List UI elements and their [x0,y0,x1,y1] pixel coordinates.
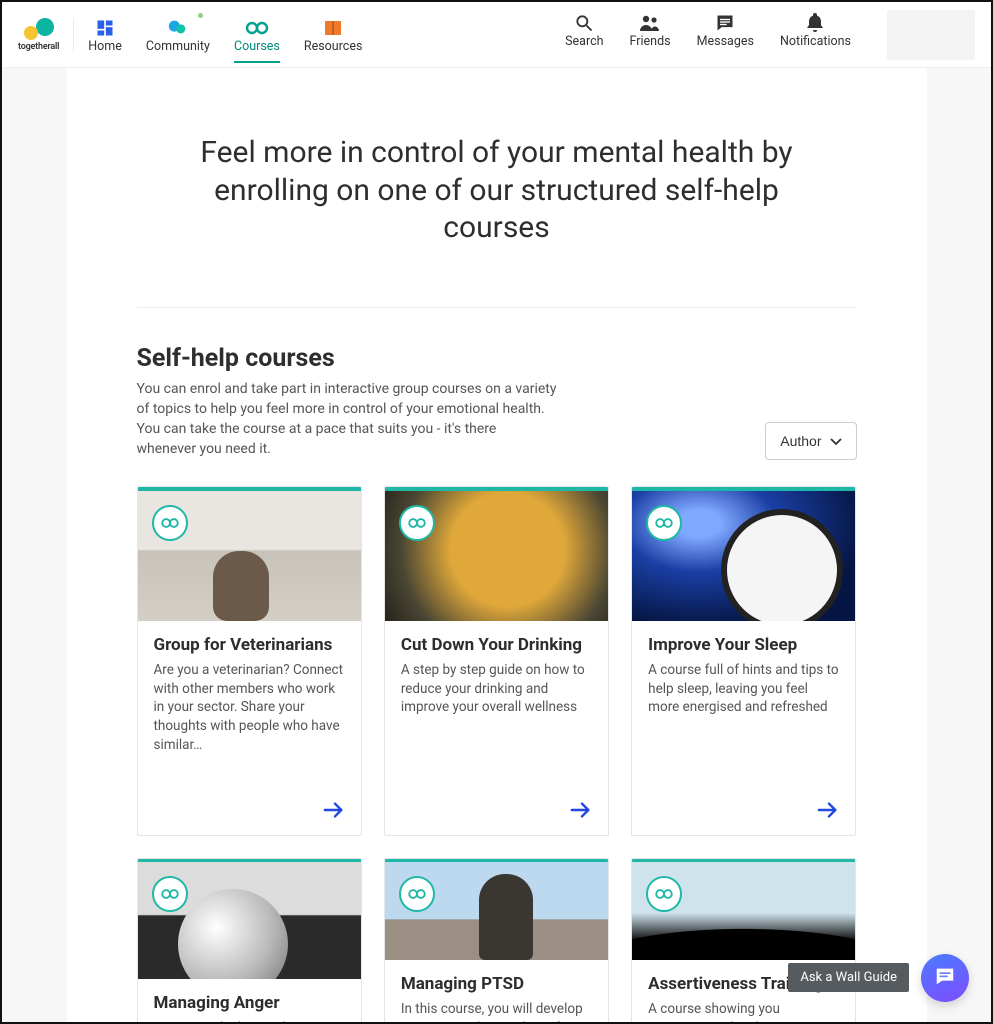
nav-label: Resources [304,39,363,54]
brand-logo[interactable]: togetherall [18,18,74,52]
course-card[interactable]: Managing PTSD In this course, you will d… [384,858,609,1022]
friends-icon [638,12,662,34]
logo-icon [24,18,54,40]
course-card[interactable]: Group for Veterinarians Are you a veteri… [137,486,362,836]
course-description: In this course, you will develop a great… [401,1000,592,1022]
nav-courses[interactable]: Courses [234,15,280,54]
top-nav: togetherall Home Community Courses [2,2,991,68]
section-header-text: Self-help courses You can enrol and take… [137,344,557,460]
primary-nav: Home Community Courses Resources [88,15,362,54]
nav-messages[interactable]: Messages [697,10,754,49]
chat-fab-button[interactable] [921,954,969,1002]
course-title: Managing PTSD [401,974,592,994]
nav-label: Friends [630,34,671,49]
course-card[interactable]: Improve Your Sleep A course full of hint… [631,486,856,836]
hero-heading: Feel more in control of your mental heal… [177,134,817,247]
course-badge-icon [646,505,682,541]
course-thumbnail [138,862,361,979]
course-badge-icon [152,876,188,912]
section-description: You can enrol and take part in interacti… [137,379,557,460]
user-avatar[interactable] [887,10,975,60]
chat-label-pill[interactable]: Ask a Wall Guide [788,963,909,992]
course-description: A course full of hints and tips to help … [648,661,839,718]
divider [137,307,857,308]
course-grid: Group for Veterinarians Are you a veteri… [137,486,857,1022]
course-description: A course showing you strategies and tech… [648,1000,839,1022]
course-card[interactable]: Managing Anger A course which provides y… [137,858,362,1022]
chevron-down-icon [830,433,842,449]
nav-label: Messages [697,34,754,49]
course-badge-icon [646,876,682,912]
messages-icon [715,12,735,34]
content-sheet: Feel more in control of your mental heal… [67,68,927,1022]
course-card[interactable]: Cut Down Your Drinking A step by step gu… [384,486,609,836]
course-thumbnail [632,862,855,960]
course-title: Group for Veterinarians [154,635,345,655]
course-thumbnail [138,491,361,621]
nav-label: Search [565,34,603,49]
utility-nav: Search Friends Messages Notifications [565,10,975,60]
author-filter-button[interactable]: Author [765,422,856,460]
course-badge-icon [399,876,435,912]
course-thumbnail [632,491,855,621]
bell-icon [806,12,824,34]
course-description: A step by step guide on how to reduce yo… [401,661,592,718]
community-icon [167,17,189,39]
nav-home[interactable]: Home [88,15,122,54]
nav-label: Notifications [780,34,851,49]
course-title: Managing Anger [154,993,345,1013]
resources-icon [323,17,343,39]
course-description: A course which provides you with a varie… [154,1019,345,1022]
section-header-row: Self-help courses You can enrol and take… [137,344,857,460]
brand-name: togetherall [18,42,59,52]
nav-notifications[interactable]: Notifications [780,10,851,49]
arrow-right-icon[interactable] [817,800,839,825]
course-title: Cut Down Your Drinking [401,635,592,655]
nav-resources[interactable]: Resources [304,15,363,54]
course-badge-icon [399,505,435,541]
filter-label: Author [780,433,821,449]
status-dot-icon [197,12,204,19]
nav-label: Home [88,39,122,54]
arrow-right-icon[interactable] [323,800,345,825]
course-card[interactable]: Assertiveness Training A course showing … [631,858,856,1022]
course-thumbnail [385,862,608,960]
nav-friends[interactable]: Friends [630,10,671,49]
nav-community[interactable]: Community [146,15,210,54]
chat-icon [934,965,956,991]
course-thumbnail [385,491,608,621]
home-icon [95,17,115,39]
course-description: Are you a veterinarian? Connect with oth… [154,661,345,755]
course-title: Improve Your Sleep [648,635,839,655]
course-badge-icon [152,505,188,541]
nav-search[interactable]: Search [565,10,603,49]
courses-icon [244,17,270,39]
nav-label: Community [146,39,210,54]
search-icon [574,12,594,34]
nav-label: Courses [234,39,280,54]
page-body: Feel more in control of your mental heal… [2,68,991,1022]
arrow-right-icon[interactable] [570,800,592,825]
section-title: Self-help courses [137,344,557,373]
